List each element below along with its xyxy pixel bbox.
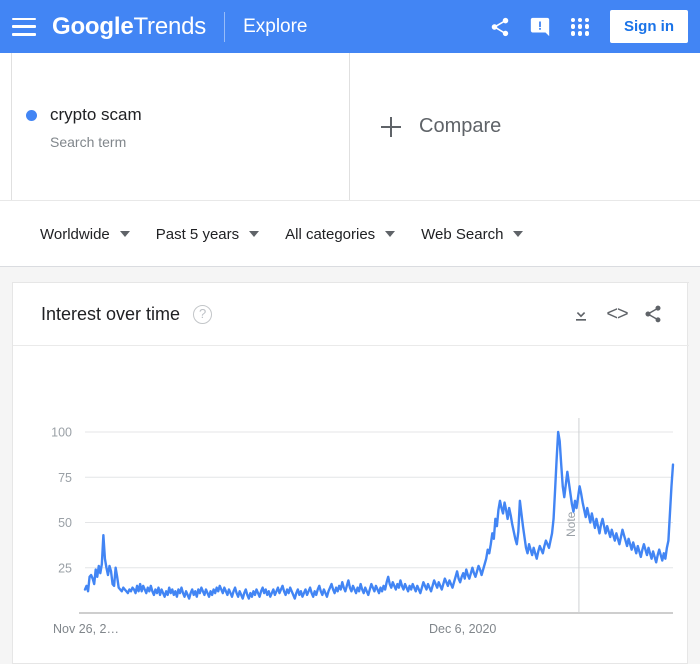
search-term-type: Search term bbox=[50, 134, 127, 150]
filter-location[interactable]: Worldwide bbox=[40, 226, 130, 243]
chevron-down-icon bbox=[119, 231, 130, 237]
google-trends-page: GoogleTrends Explore Sign in crypto scam… bbox=[0, 0, 700, 664]
filter-location-label: Worldwide bbox=[40, 225, 110, 243]
brand-google: Google bbox=[52, 12, 134, 40]
y-axis-tick-label: 100 bbox=[51, 426, 72, 440]
card-header: Interest over time ? <> bbox=[13, 283, 689, 346]
filter-search-type[interactable]: Web Search bbox=[421, 225, 524, 243]
embed-code-icon[interactable]: <> bbox=[599, 296, 635, 332]
filter-bar: Worldwide Past 5 years All categories We… bbox=[0, 200, 700, 267]
chevron-down-icon bbox=[513, 231, 524, 237]
x-axis-tick-label: Nov 26, 2… bbox=[53, 622, 119, 636]
download-icon[interactable] bbox=[563, 296, 599, 332]
chart-series-line[interactable] bbox=[83, 430, 675, 600]
series-color-dot bbox=[26, 109, 37, 121]
y-axis-tick-label: 75 bbox=[58, 471, 72, 485]
hamburger-menu-icon[interactable] bbox=[12, 17, 36, 36]
x-axis-tick-label: Dec 6, 2020 bbox=[429, 622, 496, 636]
brand-trends: Trends bbox=[133, 12, 207, 40]
help-circle-icon[interactable]: ? bbox=[193, 304, 213, 324]
sign-in-button[interactable]: Sign in bbox=[610, 10, 688, 43]
filter-category-label: All categories bbox=[285, 225, 376, 243]
plus-icon bbox=[381, 116, 401, 137]
search-term-card[interactable]: crypto scam Search term bbox=[0, 53, 350, 200]
filter-time-range[interactable]: Past 5 years bbox=[155, 225, 260, 243]
chevron-down-icon bbox=[249, 231, 260, 237]
app-header: GoogleTrends Explore Sign in bbox=[0, 0, 700, 53]
query-strip: crypto scam Search term Compare bbox=[0, 53, 700, 200]
header-divider bbox=[224, 11, 226, 42]
share-icon[interactable] bbox=[635, 296, 671, 332]
embed-code-glyph: <> bbox=[606, 303, 628, 325]
apps-grid-icon[interactable] bbox=[560, 7, 600, 47]
interest-over-time-chart[interactable]: 100 75 50 25 Note Nov 26, 2… Dec 6, 2020 bbox=[13, 346, 689, 663]
chart-canvas[interactable]: 100 75 50 25 Note Nov 26, 2… Dec 6, 2020 bbox=[13, 346, 689, 663]
filter-search-type-label: Web Search bbox=[421, 225, 504, 243]
search-term-row: crypto scam bbox=[26, 105, 142, 125]
compare-label: Compare bbox=[419, 115, 502, 137]
y-axis-tick-label: 50 bbox=[58, 516, 72, 530]
compare-button[interactable]: Compare bbox=[381, 53, 501, 200]
filter-time-range-label: Past 5 years bbox=[155, 225, 240, 243]
filter-category[interactable]: All categories bbox=[285, 225, 396, 243]
brand-logo[interactable]: GoogleTrends bbox=[52, 13, 206, 41]
search-term-content: crypto scam Search term bbox=[26, 105, 142, 150]
page-title: Interest over time bbox=[41, 303, 181, 324]
y-axis-tick-label: 25 bbox=[58, 561, 72, 575]
compare-card[interactable]: Compare bbox=[350, 53, 700, 200]
chevron-down-icon bbox=[385, 231, 396, 237]
search-term-label: crypto scam bbox=[50, 105, 142, 124]
nav-explore[interactable]: Explore bbox=[243, 16, 307, 38]
share-icon[interactable] bbox=[480, 7, 520, 47]
feedback-icon[interactable] bbox=[520, 7, 560, 47]
note-annotation-label[interactable]: Note bbox=[564, 511, 578, 537]
interest-over-time-card: Interest over time ? <> 100 75 50 25 Note Nov… bbox=[12, 282, 689, 664]
page-background-gap bbox=[0, 267, 700, 282]
